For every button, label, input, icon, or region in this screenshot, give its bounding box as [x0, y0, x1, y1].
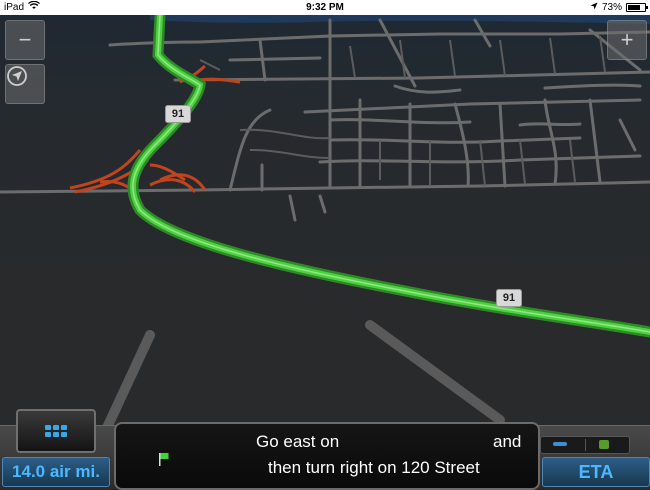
compass-arrow-icon [7, 66, 27, 86]
route-shield: 91 [165, 105, 191, 123]
turn-instruction-panel: Go east on and then turn right on 120 St… [114, 422, 540, 490]
instruction-line1-end: and [493, 432, 522, 451]
status-bar: iPad 9:32 PM 73% [0, 0, 650, 15]
battery-icon [626, 3, 648, 12]
map-canvas [0, 15, 650, 488]
gps-signal-icon [553, 442, 567, 446]
battery-percent: 73% [601, 2, 622, 13]
location-arrow-icon [590, 0, 598, 15]
destination-flag-icon [159, 453, 169, 466]
plus-icon: + [620, 27, 634, 52]
instruction-line2: then turn right on 120 Street [268, 458, 480, 477]
map-view[interactable]: − + 91 91 [0, 15, 650, 488]
status-time: 9:32 PM [306, 2, 344, 13]
zoom-in-button[interactable]: + [607, 20, 647, 60]
instruction-line1-start: Go east on [256, 432, 340, 451]
grid-menu-icon [45, 425, 67, 437]
zoom-out-button[interactable]: − [5, 20, 45, 60]
menu-button[interactable] [16, 409, 96, 453]
minus-icon: − [18, 27, 32, 52]
eta-button[interactable]: ETA [542, 457, 650, 487]
distance-remaining[interactable]: 14.0 air mi. [2, 457, 110, 487]
indicator-divider [585, 439, 586, 451]
recenter-button[interactable] [5, 64, 45, 104]
signal-indicator [540, 436, 630, 454]
route-shield: 91 [496, 289, 522, 307]
traffic-status-icon [599, 440, 609, 449]
